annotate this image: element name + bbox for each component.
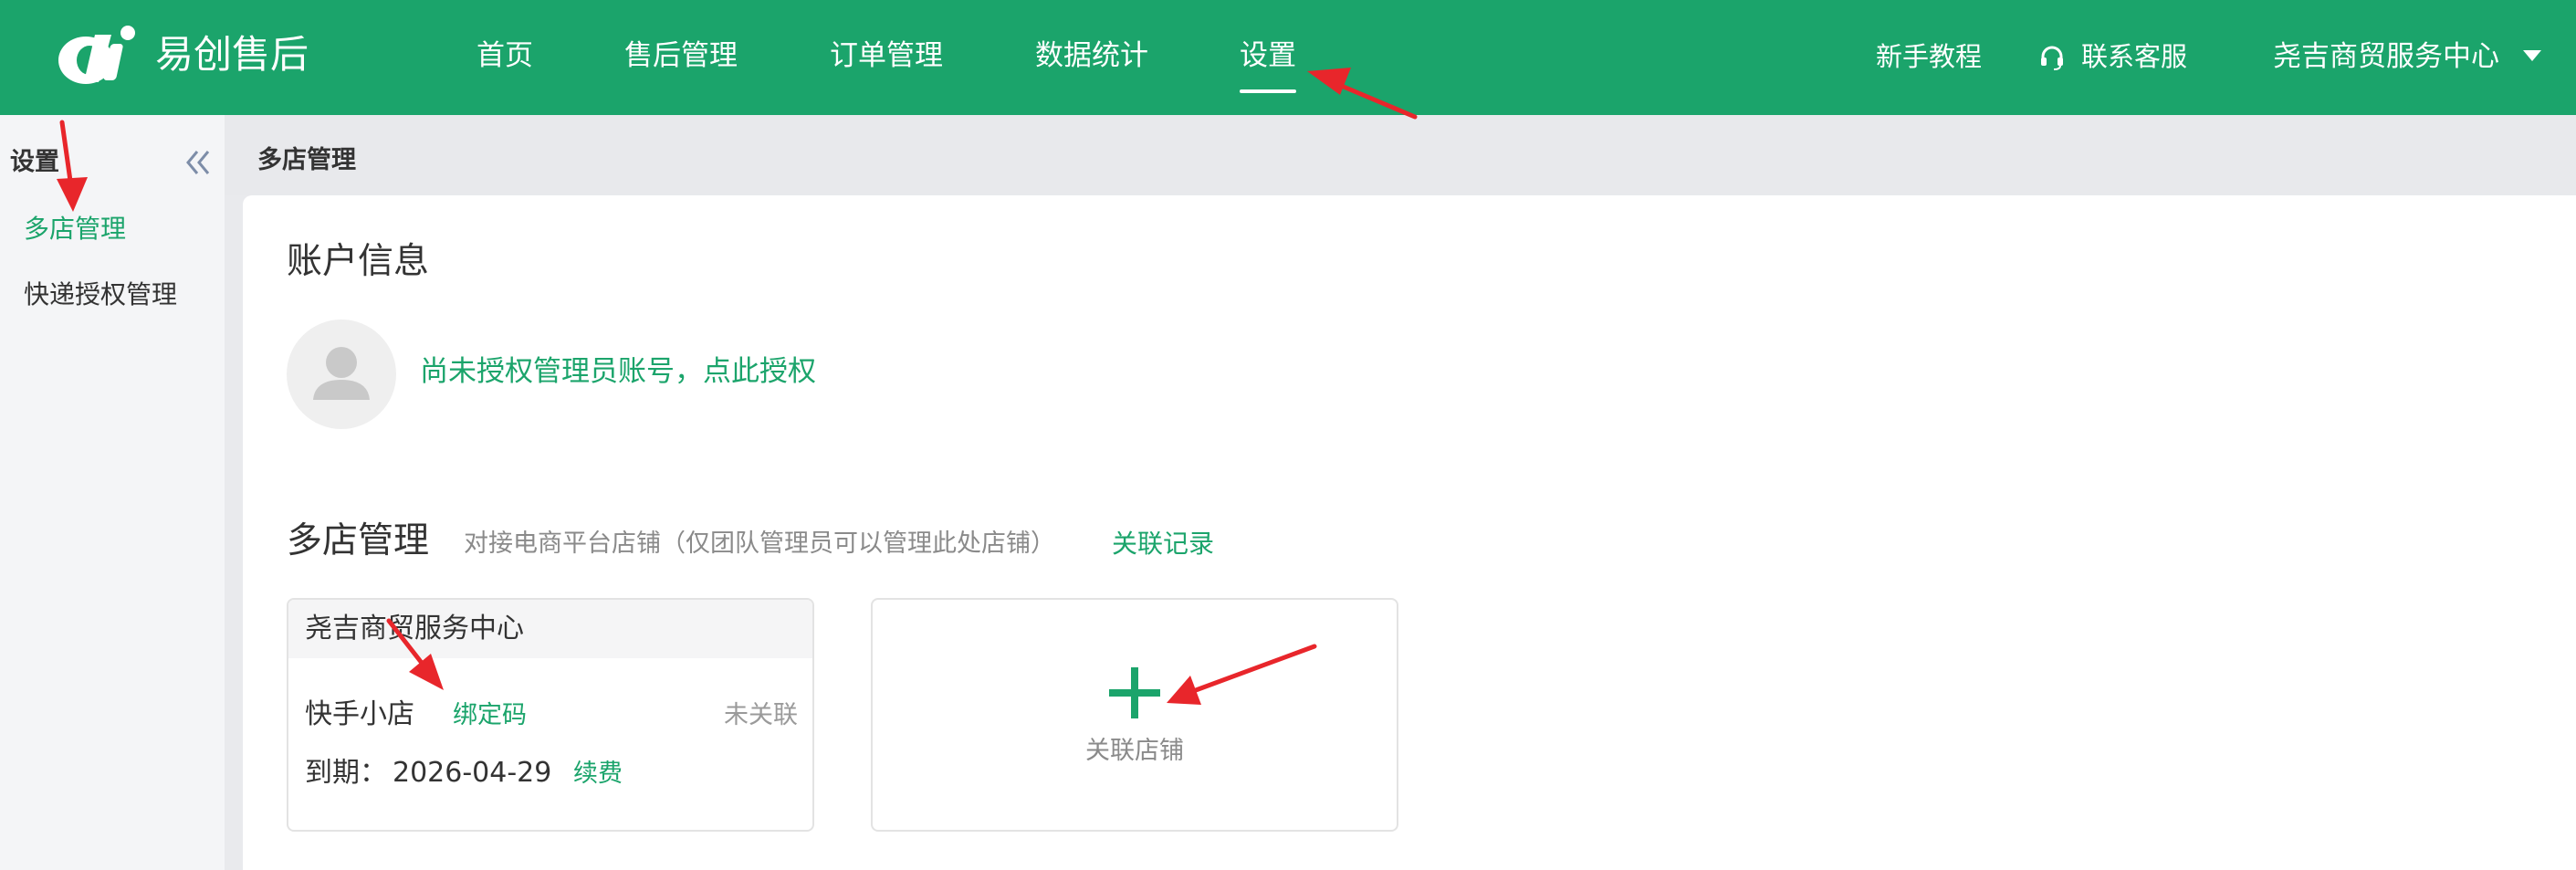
account-menu[interactable]: 尧吉商贸服务中心	[2273, 35, 2499, 79]
support-link[interactable]: 联系客服	[2081, 35, 2187, 79]
breadcrumb-bar: 多店管理	[225, 115, 2576, 195]
association-records-link[interactable]: 关联记录	[1112, 526, 1214, 562]
shop-card: 尧吉商贸服务中心 快手小店 绑定码 未关联 到期： 2026-04-29 续费	[287, 598, 814, 832]
avatar[interactable]	[287, 320, 396, 429]
plus-icon	[1109, 667, 1160, 718]
nav-orders[interactable]: 订单管理	[830, 33, 943, 79]
main-panel: 账户信息 尚未授权管理员账号，点此授权 多店管理 对接电商平台店铺（仅团队管理员…	[243, 195, 2576, 870]
shop-status: 未关联	[724, 701, 798, 729]
bind-code-link[interactable]: 绑定码	[453, 697, 527, 735]
expire-date: 2026-04-29	[393, 757, 552, 789]
shop-name: 尧吉商贸服务中心	[305, 613, 524, 645]
brand-name: 易创售后	[155, 32, 309, 77]
shop-platform: 快手小店	[305, 698, 414, 730]
tutorial-link[interactable]: 新手教程	[1876, 35, 1982, 79]
logo-icon	[58, 26, 135, 84]
expire-label: 到期：	[305, 757, 387, 789]
authorize-admin-link[interactable]: 尚未授权管理员账号，点此授权	[420, 351, 816, 393]
add-shop-card[interactable]: 关联店铺	[871, 598, 1398, 832]
renew-link[interactable]: 续费	[573, 755, 623, 793]
add-shop-label: 关联店铺	[1085, 737, 1184, 765]
sidebar-item-courier-auth[interactable]: 快递授权管理	[24, 276, 177, 314]
nav-home[interactable]: 首页	[476, 33, 533, 79]
shop-card-header: 尧吉商贸服务中心	[288, 600, 812, 658]
multi-store-description: 对接电商平台店铺（仅团队管理员可以管理此处店铺）	[464, 529, 1055, 558]
sidebar-item-multi-store[interactable]: 多店管理	[24, 210, 126, 248]
collapse-icon[interactable]	[181, 146, 214, 179]
sidebar-title: 设置	[10, 148, 59, 176]
sidebar: 设置 多店管理 快递授权管理	[0, 115, 225, 870]
account-info-title: 账户信息	[287, 241, 430, 282]
user-placeholder-icon	[313, 347, 370, 400]
nav-after-sales[interactable]: 售后管理	[624, 33, 738, 79]
breadcrumb: 多店管理	[257, 146, 356, 174]
nav-statistics[interactable]: 数据统计	[1035, 33, 1148, 79]
headset-icon	[2041, 46, 2063, 70]
multi-store-title: 多店管理	[287, 520, 430, 561]
caret-down-icon[interactable]	[2521, 48, 2543, 63]
nav-settings[interactable]: 设置	[1240, 33, 1296, 93]
top-navigation-bar: 易创售后 首页 售后管理 订单管理 数据统计 设置 新手教程 联系客服 尧吉商贸…	[0, 0, 2576, 115]
